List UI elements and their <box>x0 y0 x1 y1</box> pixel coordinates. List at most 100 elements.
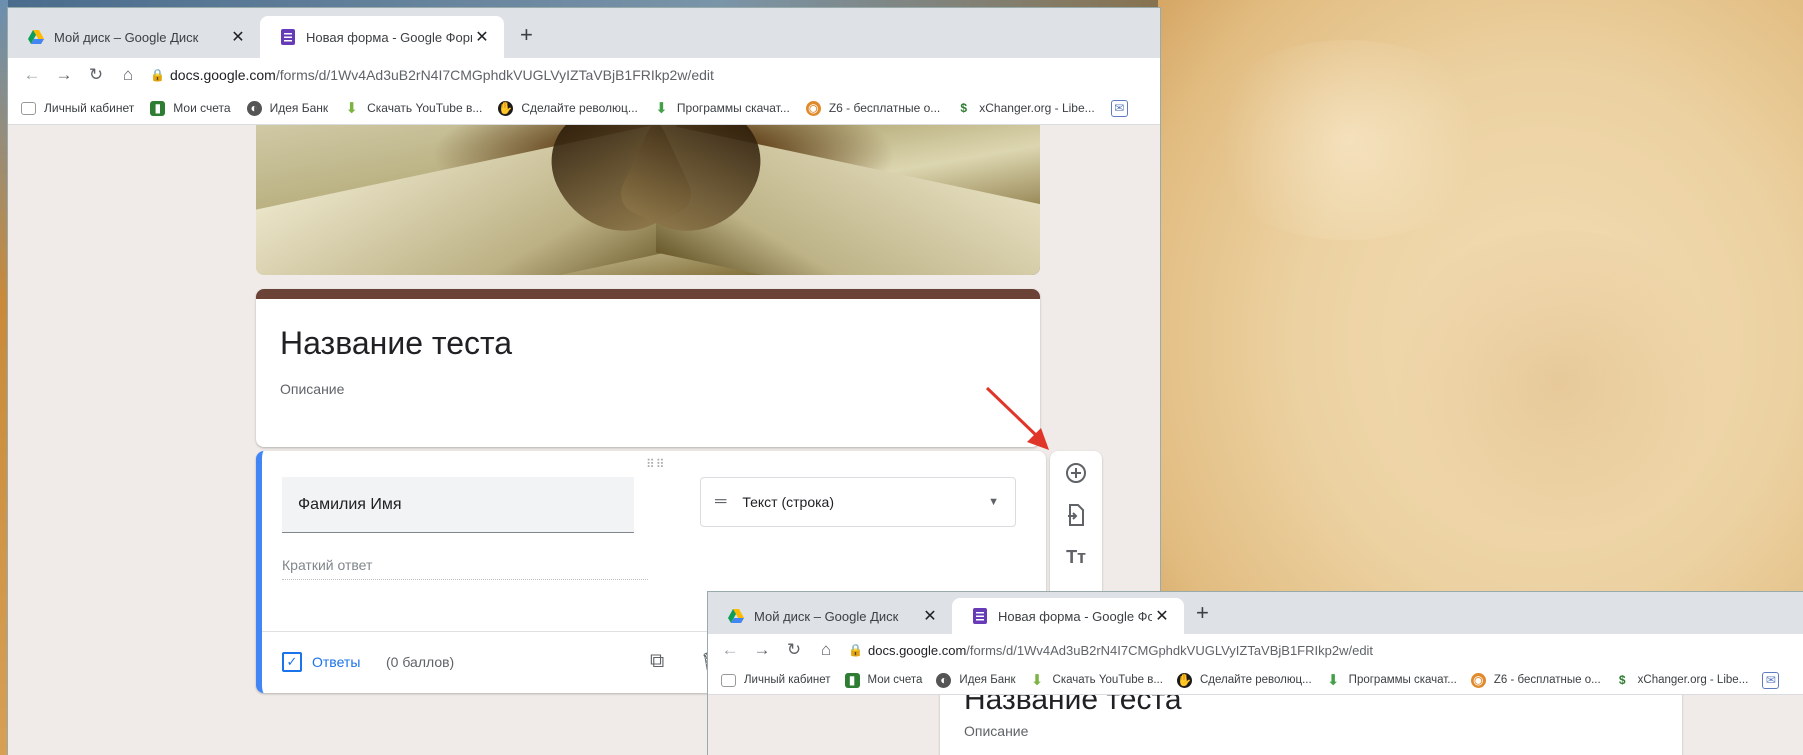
tab-google-drive[interactable]: Мой диск – Google Диск ✕ <box>8 16 260 58</box>
bookmark-item[interactable]: ◉ Z6 - бесплатные о... <box>1470 672 1601 688</box>
form-title-card[interactable]: Название теста Описание <box>940 695 1682 755</box>
bookmark-item[interactable]: Личный кабинет <box>21 101 134 115</box>
bookmark-label: Z6 - бесплатные о... <box>828 101 941 115</box>
bookmarks-bar: Личный кабинет ▮ Мои счета ◐ Идея Банк ⬇ Ск… <box>708 666 1803 695</box>
bookmark-item[interactable]: ✋ Сделайте революц... <box>1176 672 1312 688</box>
bookmark-label: Сделайте революц... <box>521 101 638 115</box>
close-tab-icon[interactable]: ✕ <box>920 606 940 626</box>
points-label: (0 баллов) <box>386 654 455 670</box>
checkbox-icon: ✓ <box>282 652 302 672</box>
browser-toolbar: ← → ↻ ⌂ 🔒 docs.google.com/forms/d/1Wv4Ad… <box>8 58 1160 92</box>
form-description[interactable]: Описание <box>964 723 1028 739</box>
url-host: docs.google.com <box>170 67 276 83</box>
add-question-icon[interactable] <box>1062 459 1090 487</box>
google-drive-icon <box>728 609 744 623</box>
close-tab-icon[interactable]: ✕ <box>472 27 492 47</box>
short-answer-icon: ═ <box>715 493 727 510</box>
address-bar[interactable]: 🔒 docs.google.com/forms/d/1Wv4Ad3uB2rN4I… <box>848 643 1803 658</box>
forward-icon[interactable]: → <box>746 640 778 660</box>
google-forms-icon <box>281 29 295 45</box>
forward-icon[interactable]: → <box>48 65 80 85</box>
bookmark-item[interactable]: $ xChanger.org - Libe... <box>956 101 1094 116</box>
question-type-label: Текст (строка) <box>742 494 835 510</box>
desktop-background-left <box>0 0 8 755</box>
bookmark-label: Идея Банк <box>959 674 1016 686</box>
add-title-icon[interactable]: Tт <box>1062 543 1090 571</box>
url-host: docs.google.com <box>868 642 967 658</box>
bookmark-item[interactable]: $ xChanger.org - Libe... <box>1615 673 1749 688</box>
tab-title: Мой диск – Google Диск <box>754 608 899 624</box>
bookmark-item[interactable]: ◐ Идея Банк <box>936 672 1016 688</box>
tab-google-forms[interactable]: Новая форма - Google Формы ✕ <box>952 598 1184 634</box>
tab-title: Новая форма - Google Формы <box>998 608 1152 624</box>
dollar-icon: $ <box>1618 673 1626 687</box>
owl-icon: ◉ <box>805 100 821 116</box>
bookmark-label: Личный кабинет <box>44 101 135 115</box>
bank-icon: ▮ <box>150 100 166 116</box>
bookmark-label: Мои счета <box>173 101 231 115</box>
back-icon[interactable]: ← <box>714 640 746 660</box>
question-type-dropdown[interactable]: ═ Текст (строка) ▼ <box>700 477 1016 527</box>
home-icon[interactable]: ⌂ <box>810 640 842 660</box>
bookmark-item[interactable]: ⬇ Скачать YouTube в... <box>344 100 483 117</box>
bookmark-item[interactable]: ⬇ Программы скачат... <box>654 100 790 117</box>
browser-toolbar: ← → ↻ ⌂ 🔒 docs.google.com/forms/d/1Wv4Ad… <box>708 634 1803 666</box>
bookmark-item[interactable]: ▮ Мои счета <box>844 672 922 688</box>
download-icon: ⬇ <box>1326 672 1340 689</box>
browser-window-overlay: Мой диск – Google Диск ✕ Новая форма - G… <box>708 592 1803 755</box>
bookmark-item[interactable]: ◐ Идея Банк <box>246 100 329 116</box>
download-icon: ⬇ <box>1030 672 1044 689</box>
pointer-arrow <box>985 386 1049 450</box>
page-icon <box>21 101 36 115</box>
form-description[interactable]: Описание <box>280 381 344 397</box>
bookmark-item[interactable]: ✉ <box>1110 99 1136 117</box>
bookmark-item[interactable]: ✉ <box>1762 671 1787 689</box>
reload-icon[interactable]: ↻ <box>80 65 112 85</box>
address-bar[interactable]: 🔒 docs.google.com/forms/d/1Wv4Ad3uB2rN4I… <box>150 67 1160 83</box>
google-forms-icon <box>973 608 987 624</box>
mail-icon: ✉ <box>1110 99 1128 117</box>
bookmark-label: Идея Банк <box>269 101 329 115</box>
globe-icon: ◐ <box>936 672 952 688</box>
form-title[interactable]: Название теста <box>280 325 512 362</box>
bookmark-label: Программы скачат... <box>676 101 790 115</box>
download-icon: ⬇ <box>655 100 668 117</box>
home-icon[interactable]: ⌂ <box>112 65 144 85</box>
import-questions-icon[interactable] <box>1062 501 1090 529</box>
tab-bar: Мой диск – Google Диск ✕ Новая форма - G… <box>708 592 1803 634</box>
google-drive-icon <box>28 30 44 44</box>
answers-label: Ответы <box>312 654 361 670</box>
tab-google-forms[interactable]: Новая форма - Google Формы ✕ <box>260 16 504 58</box>
wallpaper-stain <box>1378 230 1738 530</box>
bookmark-item[interactable]: ◉ Z6 - бесплатные о... <box>805 100 941 116</box>
close-tab-icon[interactable]: ✕ <box>228 27 248 47</box>
bookmark-label: xChanger.org - Libe... <box>1637 674 1749 686</box>
bookmark-item[interactable]: ⬇ Скачать YouTube в... <box>1030 672 1163 689</box>
back-icon[interactable]: ← <box>16 65 48 85</box>
owl-icon: ◉ <box>1470 672 1486 688</box>
bookmark-item[interactable]: ⬇ Программы скачат... <box>1326 672 1457 689</box>
bookmark-item[interactable]: Личный кабинет <box>721 673 831 687</box>
form-header-image <box>256 125 1040 275</box>
new-tab-icon[interactable]: + <box>1196 600 1209 626</box>
form-title-card[interactable]: Название теста Описание <box>256 289 1040 447</box>
question-title-input[interactable]: Фамилия Имя <box>282 477 634 533</box>
tab-title: Новая форма - Google Формы <box>306 29 472 45</box>
bookmark-label: Скачать YouTube в... <box>1052 674 1163 686</box>
new-tab-icon[interactable]: + <box>520 22 533 48</box>
url-path: /forms/d/1Wv4Ad3uB2rN4I7CMGphdkVUGLVyIZT… <box>966 642 1374 658</box>
dollar-icon: $ <box>960 101 968 115</box>
download-icon: ⬇ <box>345 100 358 117</box>
dropdown-arrow-icon: ▼ <box>988 496 999 508</box>
bookmark-item[interactable]: ✋ Сделайте революц... <box>498 100 638 116</box>
bookmark-label: Скачать YouTube в... <box>367 101 483 115</box>
reload-icon[interactable]: ↻ <box>778 640 810 660</box>
drag-handle-icon[interactable]: ⠿⠿ <box>646 457 666 471</box>
bookmark-item[interactable]: ▮ Мои счета <box>150 100 231 116</box>
answer-key-button[interactable]: ✓ Ответы <box>282 652 360 672</box>
form-title[interactable]: Название теста <box>964 695 1182 717</box>
tab-google-drive[interactable]: Мой диск – Google Диск ✕ <box>708 598 952 634</box>
duplicate-icon[interactable]: ⧉ <box>650 650 664 673</box>
close-tab-icon[interactable]: ✕ <box>1152 606 1172 626</box>
lock-icon: 🔒 <box>848 643 863 657</box>
